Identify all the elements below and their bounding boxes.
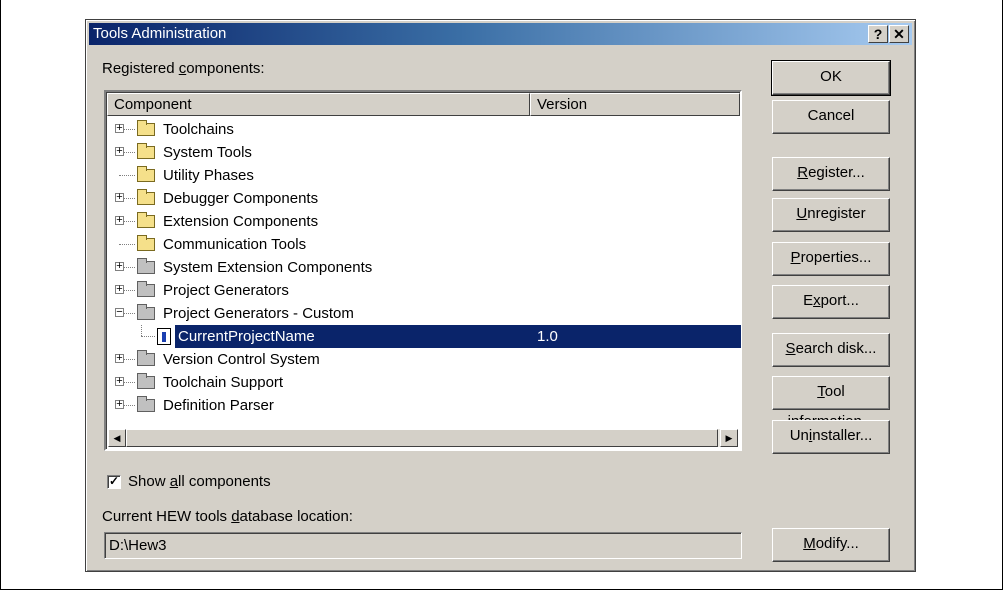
tree-row[interactable]: CurrentProjectName 1.0: [107, 325, 741, 348]
modify-button[interactable]: Modify...: [772, 528, 890, 562]
register-button[interactable]: Register...: [772, 157, 890, 191]
scroll-right-button[interactable]: ▶: [720, 429, 738, 447]
tree-connector: [119, 244, 135, 245]
tree-connector: [124, 290, 135, 291]
component-name: Utility Phases: [163, 167, 254, 184]
folder-icon: [137, 120, 155, 136]
export-button[interactable]: Export...: [772, 285, 890, 319]
component-name: Project Generators - Custom: [163, 305, 354, 322]
tree-row[interactable]: + Toolchains: [107, 118, 739, 141]
open-folder-icon: [137, 304, 155, 320]
database-location-label: Current HEW tools database location:: [102, 508, 353, 525]
tree-row[interactable]: + Project Generators: [107, 279, 739, 302]
component-name: Toolchain Support: [163, 374, 284, 391]
component-version: 1.0: [531, 325, 741, 348]
tree-connector: [119, 175, 135, 176]
tree-row[interactable]: Utility Phases: [107, 164, 739, 187]
scrollbar-thumb[interactable]: [126, 429, 718, 447]
collapse-toggle-icon[interactable]: −: [115, 307, 124, 318]
database-location-field: D:\Hew3: [104, 532, 742, 559]
component-name: System Extension Components: [163, 259, 373, 276]
title-bar[interactable]: Tools Administration ? ✕: [89, 23, 912, 45]
tree-connector: [124, 129, 135, 130]
tree-connector: [124, 405, 135, 406]
expand-toggle-icon[interactable]: +: [115, 353, 124, 364]
scroll-left-button[interactable]: ◀: [108, 429, 126, 447]
component-name: System Tools: [163, 144, 252, 161]
expand-toggle-icon[interactable]: +: [115, 215, 124, 226]
window-title: Tools Administration: [93, 25, 227, 42]
tree-connector: [141, 336, 155, 337]
folder-icon: [137, 212, 155, 228]
tree-connector: [124, 359, 135, 360]
tree-row[interactable]: Communication Tools: [107, 233, 739, 256]
expand-toggle-icon[interactable]: +: [115, 123, 124, 134]
uninstaller-button[interactable]: Uninstaller...: [772, 420, 890, 454]
tree-connector: [141, 325, 142, 336]
tool-information-button[interactable]: Tool information...: [772, 376, 890, 430]
horizontal-scrollbar[interactable]: ◀ ▶: [108, 429, 738, 447]
component-name: Debugger Components: [163, 190, 319, 207]
tree-row[interactable]: + Version Control System: [107, 348, 739, 371]
tree-connector: [124, 313, 135, 314]
folder-icon: [137, 258, 155, 274]
tree-row[interactable]: + System Tools: [107, 141, 739, 164]
ok-button[interactable]: OK: [771, 60, 891, 96]
folder-icon: [137, 350, 155, 366]
folder-icon: [137, 235, 155, 251]
tree-connector: [124, 152, 135, 153]
expand-toggle-icon[interactable]: +: [115, 284, 124, 295]
tools-administration-dialog: Tools Administration ? ✕ Registered comp…: [85, 19, 916, 572]
component-name: CurrentProjectName: [175, 325, 531, 348]
search-disk-button[interactable]: Search disk...: [772, 333, 890, 367]
folder-icon: [137, 143, 155, 159]
component-name: Project Generators: [163, 282, 289, 299]
folder-icon: [137, 189, 155, 205]
help-button[interactable]: ?: [868, 25, 888, 43]
tree-connector: [124, 221, 135, 222]
cancel-button[interactable]: Cancel: [772, 100, 890, 134]
component-name: Definition Parser: [163, 397, 274, 414]
registered-components-label: Registered components:: [102, 60, 265, 77]
components-tree-list[interactable]: Component Version + Toolchains + System Too…: [104, 90, 742, 451]
tree-connector: [124, 382, 135, 383]
component-name: Communication Tools: [163, 236, 307, 253]
tree-connector: [124, 198, 135, 199]
component-name: Version Control System: [163, 351, 320, 368]
expand-toggle-icon[interactable]: +: [115, 399, 124, 410]
component-name: Extension Components: [163, 213, 319, 230]
tree-row[interactable]: + Toolchain Support: [107, 371, 739, 394]
expand-toggle-icon[interactable]: +: [115, 261, 124, 272]
show-all-components-label[interactable]: Show all components: [128, 473, 271, 490]
expand-toggle-icon[interactable]: +: [115, 146, 124, 157]
tree-row[interactable]: + System Extension Components: [107, 256, 739, 279]
folder-icon: [137, 166, 155, 182]
expand-toggle-icon[interactable]: +: [115, 376, 124, 387]
tree-row[interactable]: + Definition Parser: [107, 394, 739, 417]
folder-icon: [137, 281, 155, 297]
folder-icon: [137, 373, 155, 389]
column-header-version[interactable]: Version: [530, 93, 740, 116]
unregister-button[interactable]: Unregister: [772, 198, 890, 232]
folder-icon: [137, 396, 155, 412]
properties-button[interactable]: Properties...: [772, 242, 890, 276]
tool-icon: [157, 328, 171, 345]
tree-row[interactable]: + Debugger Components: [107, 187, 739, 210]
close-button[interactable]: ✕: [889, 25, 909, 43]
tree-connector: [124, 267, 135, 268]
component-name: Toolchains: [163, 121, 234, 138]
expand-toggle-icon[interactable]: +: [115, 192, 124, 203]
show-all-components-checkbox[interactable]: ✓: [107, 475, 121, 489]
column-header-component[interactable]: Component: [107, 93, 530, 116]
tree-row[interactable]: − Project Generators - Custom: [107, 302, 739, 325]
tree-row[interactable]: + Extension Components: [107, 210, 739, 233]
